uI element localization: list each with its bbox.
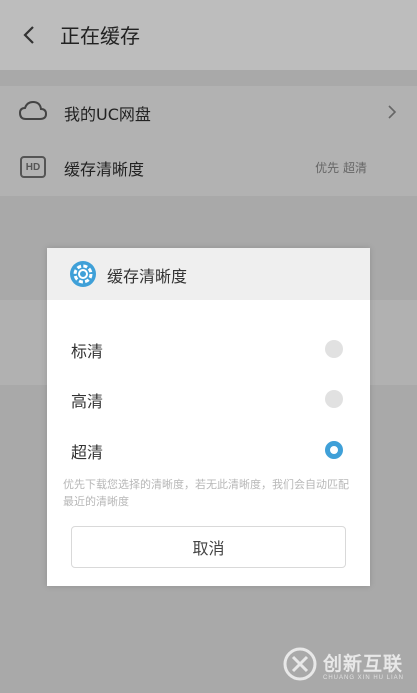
list-item-uc-drive[interactable]: 我的UC网盘	[0, 86, 417, 141]
top-bar: 正在缓存	[0, 0, 417, 70]
radio-button[interactable]	[325, 340, 343, 358]
divider	[0, 70, 417, 86]
dialog-note: 优先下载您选择的清晰度，若无此清晰度，我们会自动匹配最近的清晰度	[63, 478, 349, 508]
list-item-label: 缓存清晰度	[64, 160, 145, 179]
watermark: 创新互联 CHUANG XIN HU LIAN	[283, 645, 413, 687]
radio-button[interactable]	[325, 390, 343, 408]
dialog-header: 缓存清晰度	[47, 248, 370, 300]
watermark-subtext: CHUANG XIN HU LIAN	[323, 675, 405, 681]
watermark-text: 创新互联	[323, 653, 404, 675]
option-label: 标清	[71, 342, 104, 361]
list-item-value: 优先 超清	[315, 161, 367, 175]
option-super-hd[interactable]: 超清	[47, 425, 370, 475]
option-label: 超清	[71, 443, 104, 462]
quality-dialog: 缓存清晰度 标清 高清 超清 优先下载您选择的清晰度，若无此清晰度，我们会自动匹…	[47, 248, 370, 586]
watermark-logo-icon	[283, 647, 317, 681]
cancel-button[interactable]: 取消	[71, 526, 346, 568]
settings-list: 我的UC网盘 HD 缓存清晰度 优先 超清	[0, 86, 417, 196]
list-item-cache-quality[interactable]: HD 缓存清晰度 优先 超清	[0, 141, 417, 196]
cloud-icon	[18, 100, 48, 120]
radio-button-selected[interactable]	[325, 441, 343, 459]
option-hd[interactable]: 高清	[47, 374, 370, 424]
option-sd[interactable]: 标清	[47, 324, 370, 374]
hd-icon: HD	[20, 156, 46, 178]
page-title: 正在缓存	[60, 24, 140, 48]
gear-icon	[70, 261, 96, 287]
back-arrow-icon[interactable]	[20, 24, 40, 46]
option-label: 高清	[71, 392, 104, 411]
dialog-title: 缓存清晰度	[107, 267, 188, 286]
chevron-right-icon	[388, 105, 397, 119]
list-item-label: 我的UC网盘	[64, 105, 151, 124]
